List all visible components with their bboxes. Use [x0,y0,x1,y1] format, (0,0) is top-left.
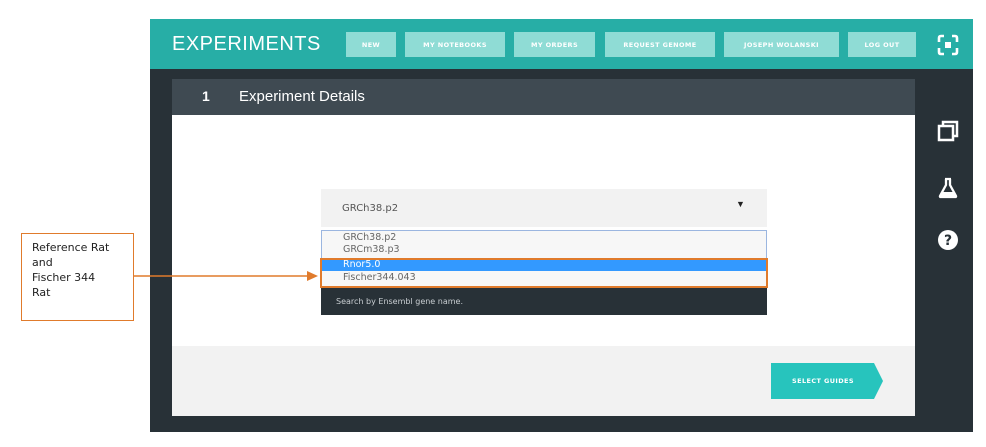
select-guides-button[interactable]: SELECT GUIDES [771,363,883,399]
annotation-highlight-box [320,258,768,288]
nav-my-orders-button[interactable]: MY ORDERS [514,32,595,57]
genome-option[interactable]: GRCh38.p2 [322,232,766,244]
top-bar: EXPERIMENTS NEW MY NOTEBOOKS MY ORDERS R… [150,19,973,69]
step-title: Experiment Details [239,88,365,105]
step-header: 1 Experiment Details [172,79,915,115]
nav-user-button[interactable]: JOSEPH WOLANSKI [724,32,839,57]
callout-line: Reference Rat [32,241,110,254]
callout-line: Fischer 344 [32,271,96,284]
nav-logout-button[interactable]: LOG OUT [848,32,916,57]
svg-text:?: ? [944,233,952,249]
select-guides-label: SELECT GUIDES [792,377,854,385]
app-title: EXPERIMENTS [172,33,321,55]
app-window: EXPERIMENTS NEW MY NOTEBOOKS MY ORDERS R… [150,19,973,432]
nav-new-button[interactable]: NEW [346,32,396,57]
genome-select[interactable]: GRCh38.p2 ▼ [321,189,767,227]
copy-icon[interactable] [936,119,960,143]
gene-search-input[interactable]: Search by Ensembl gene name. [321,288,767,315]
nav-request-genome-button[interactable]: REQUEST GENOME [605,32,715,57]
callout-line: Rat [32,286,51,299]
step-number: 1 [202,88,210,104]
genome-option[interactable]: GRCm38.p3 [322,244,766,256]
caret-down-icon: ▼ [736,199,745,209]
step-footer: SELECT GUIDES [172,346,915,416]
logo-icon[interactable] [936,33,960,57]
annotation-callout: Reference Rat and Fischer 344 Rat [21,233,134,321]
help-icon[interactable]: ? [936,228,960,252]
callout-line: and [32,256,53,269]
step-content: GRCh38.p2 ▼ GRCh38.p2 GRCm38.p3 Rnor5.0 … [172,115,915,346]
genome-select-value: GRCh38.p2 [342,203,399,214]
flask-icon[interactable] [936,176,960,200]
nav-my-notebooks-button[interactable]: MY NOTEBOOKS [405,32,505,57]
